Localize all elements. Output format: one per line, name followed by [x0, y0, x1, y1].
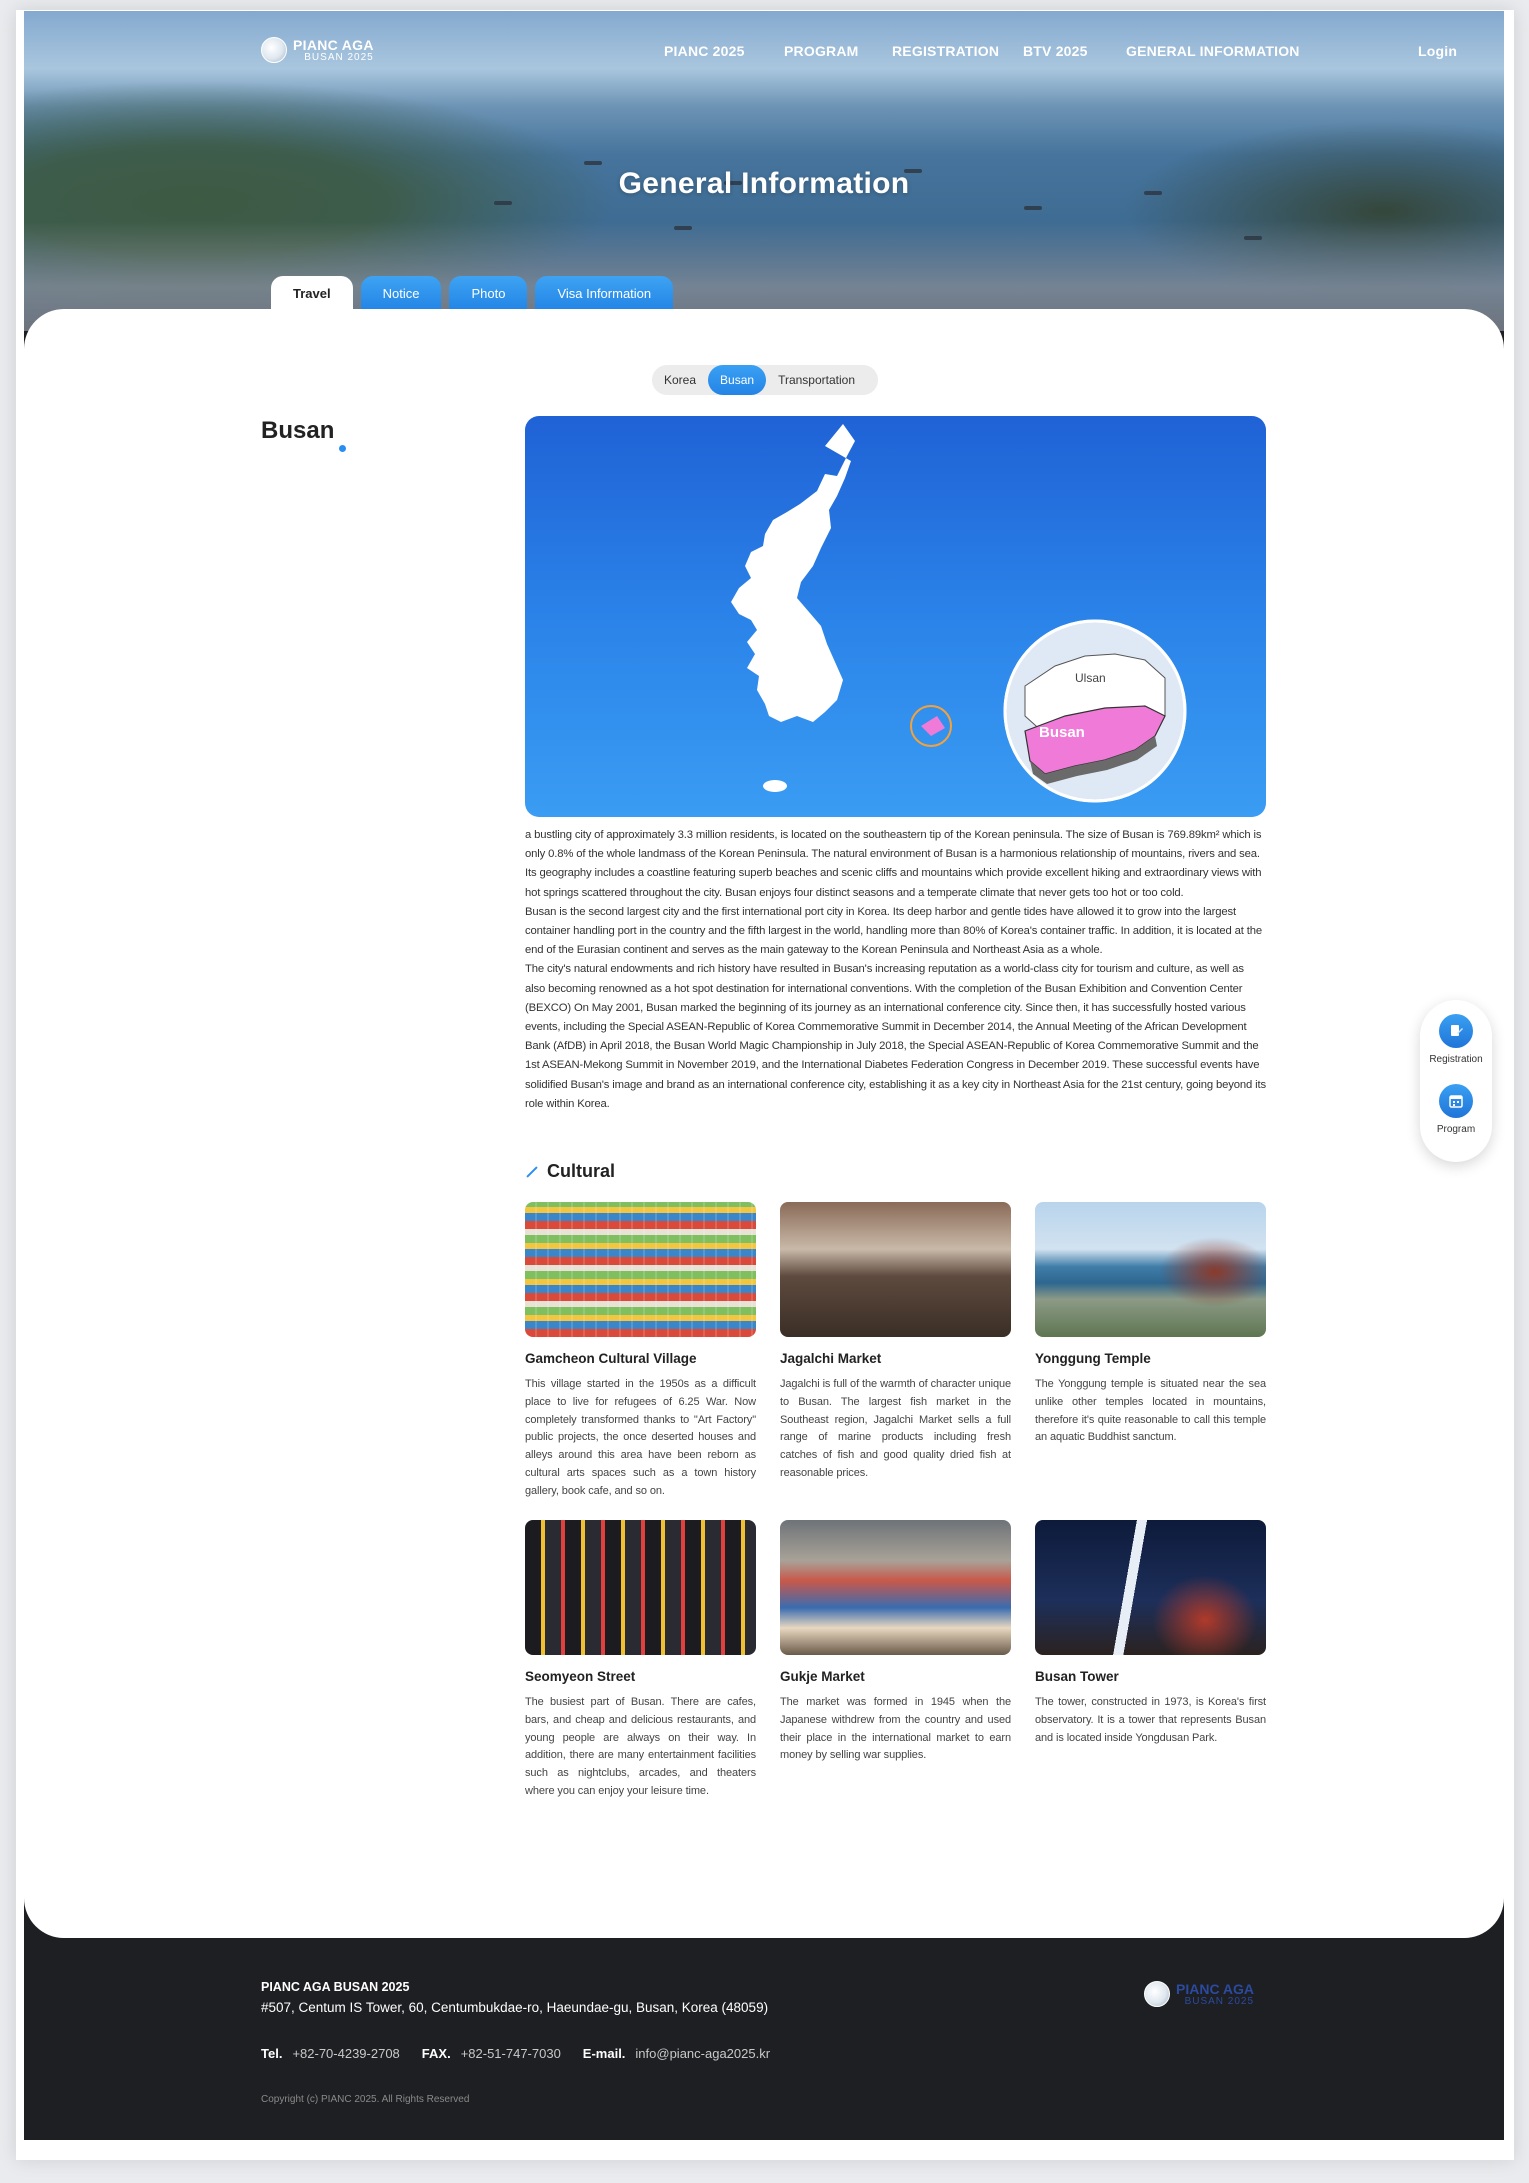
- cultural-card[interactable]: Yonggung Temple The Yonggung temple is s…: [1035, 1202, 1266, 1447]
- subtab-busan[interactable]: Busan: [708, 365, 767, 395]
- card-text: The tower, constructed in 1973, is Korea…: [1035, 1696, 1266, 1744]
- quick-registration-label: Registration: [1429, 1054, 1483, 1065]
- site-footer: PIANC AGA BUSAN 2025 #507, Centum IS Tow…: [24, 1939, 1504, 2140]
- tab-notice[interactable]: Notice: [360, 276, 442, 310]
- cultural-heading: Cultural: [525, 1161, 615, 1182]
- logo-line2: BUSAN 2025: [304, 51, 374, 63]
- gamcheon-village-image: [525, 1202, 756, 1337]
- ship-decoration: [1024, 206, 1042, 210]
- korea-peninsula-shape: [731, 424, 855, 722]
- login-link[interactable]: Login: [1418, 43, 1457, 59]
- korea-map-graphic: [731, 424, 1187, 803]
- card-title: Gamcheon Cultural Village: [525, 1351, 697, 1366]
- card-title: Yonggung Temple: [1035, 1351, 1151, 1366]
- tel-label: Tel.: [261, 2046, 283, 2061]
- footer-logo[interactable]: PIANC AGA BUSAN 2025: [1144, 1981, 1254, 2007]
- ship-decoration: [1244, 236, 1262, 240]
- tab-photo[interactable]: Photo: [449, 276, 528, 310]
- quick-program-button[interactable]: Program: [1420, 1084, 1492, 1135]
- card-text: Jagalchi is full of the warmth of charac…: [780, 1378, 1011, 1479]
- title-dot-icon: [339, 445, 347, 452]
- jagalchi-market-image: [780, 1202, 1011, 1337]
- seomyeon-street-image: [525, 1520, 756, 1655]
- subtab-korea[interactable]: Korea: [652, 365, 708, 395]
- cultural-card[interactable]: Gukje Market The market was formed in 19…: [780, 1520, 1011, 1765]
- card-title: Gukje Market: [780, 1669, 865, 1684]
- cultural-card[interactable]: Seomyeon Street The busiest part of Busa…: [525, 1520, 756, 1801]
- logo-line1: PIANC AGA: [293, 36, 374, 53]
- fax-label: FAX.: [421, 2046, 451, 2061]
- busan-marker-fill: [921, 716, 945, 736]
- travel-subtabs: Korea Busan Transportation: [652, 365, 878, 395]
- yonggung-temple-image: [1035, 1202, 1266, 1337]
- globe-logo-icon: [261, 37, 287, 63]
- description-paragraph: The city's natural endowments and rich h…: [525, 963, 1267, 1110]
- globe-logo-icon: [1144, 1981, 1170, 2007]
- nav-btv-2025[interactable]: BTV 2025: [1023, 43, 1088, 59]
- footer-logo-line2: BUSAN 2025: [1184, 1995, 1255, 2007]
- email-link[interactable]: info@pianc-aga2025.kr: [635, 2046, 770, 2061]
- subtab-transportation[interactable]: Transportation: [766, 365, 867, 395]
- quick-registration-button[interactable]: Registration: [1420, 1014, 1492, 1065]
- top-navigation: PIANC AGA BUSAN 2025 PIANC 2025 PROGRAM …: [24, 11, 1504, 81]
- busan-description: a bustling city of approximately 3.3 mil…: [525, 826, 1266, 1114]
- quick-program-label: Program: [1436, 1124, 1476, 1135]
- card-text: The Yonggung temple is situated near the…: [1035, 1378, 1266, 1444]
- description-paragraph: a bustling city of approximately 3.3 mil…: [525, 829, 1262, 899]
- page-title: General Information: [618, 167, 910, 200]
- jeju-island-shape: [763, 780, 787, 792]
- tab-visa-information[interactable]: Visa Information: [535, 276, 674, 310]
- card-text: The market was formed in 1945 when the J…: [780, 1696, 1011, 1762]
- nav-general-information[interactable]: GENERAL INFORMATION: [1126, 43, 1300, 59]
- ship-decoration: [584, 161, 602, 165]
- cultural-card[interactable]: Gamcheon Cultural Village This village s…: [525, 1202, 756, 1501]
- map-label-ulsan: Ulsan: [1075, 671, 1106, 685]
- ship-decoration: [674, 226, 692, 230]
- browser-frame: PIANC AGA BUSAN 2025 PIANC 2025 PROGRAM …: [16, 10, 1514, 2160]
- footer-org-name: PIANC AGA BUSAN 2025: [261, 1980, 410, 1994]
- edit-document-icon: [1439, 1014, 1473, 1048]
- copyright: Copyright (c) PIANC 2025. All Rights Res…: [261, 2094, 470, 2105]
- page: PIANC AGA BUSAN 2025 PIANC 2025 PROGRAM …: [24, 11, 1504, 2140]
- fax-value: +82-51-747-7030: [460, 2046, 561, 2061]
- card-title: Busan Tower: [1035, 1669, 1119, 1684]
- section-title: Busan: [261, 417, 347, 452]
- email-label: E-mail.: [582, 2046, 626, 2061]
- busan-location-map: Ulsan Busan: [525, 416, 1266, 817]
- footer-address: #507, Centum IS Tower, 60, Centumbukdae-…: [261, 2000, 769, 2015]
- ship-decoration: [494, 201, 512, 205]
- tab-travel[interactable]: Travel: [271, 276, 353, 310]
- card-text: The busiest part of Busan. There are caf…: [525, 1696, 756, 1797]
- nav-program[interactable]: PROGRAM: [784, 43, 859, 59]
- content-panel: Korea Busan Transportation Busan Ulsan B…: [24, 309, 1504, 1938]
- map-label-busan: Busan: [1039, 724, 1085, 741]
- slash-icon: [526, 1165, 538, 1178]
- card-text: This village started in the 1950s as a d…: [525, 1378, 756, 1497]
- tel-value[interactable]: +82-70-4239-2708: [292, 2046, 399, 2061]
- description-paragraph: Busan is the second largest city and the…: [525, 905, 1263, 957]
- cultural-card[interactable]: Jagalchi Market Jagalchi is full of the …: [780, 1202, 1011, 1483]
- nav-registration[interactable]: REGISTRATION: [892, 43, 999, 59]
- cultural-card[interactable]: Busan Tower The tower, constructed in 19…: [1035, 1520, 1266, 1747]
- gukje-market-image: [780, 1520, 1011, 1655]
- footer-logo-line1: PIANC AGA: [1176, 1980, 1255, 1997]
- footer-contact: Tel. +82-70-4239-2708 FAX. +82-51-747-7030…: [261, 2046, 770, 2061]
- busan-tower-image: [1035, 1520, 1266, 1655]
- quick-menu: Registration Program: [1420, 1000, 1492, 1162]
- nav-pianc-2025[interactable]: PIANC 2025: [664, 43, 745, 59]
- card-title: Seomyeon Street: [525, 1669, 636, 1684]
- hero-banner: PIANC AGA BUSAN 2025 PIANC 2025 PROGRAM …: [24, 11, 1504, 331]
- site-logo[interactable]: PIANC AGA BUSAN 2025: [261, 37, 374, 63]
- info-tabs: Travel Notice Photo Visa Information: [271, 276, 674, 310]
- calendar-icon: [1439, 1084, 1473, 1118]
- card-title: Jagalchi Market: [780, 1351, 882, 1366]
